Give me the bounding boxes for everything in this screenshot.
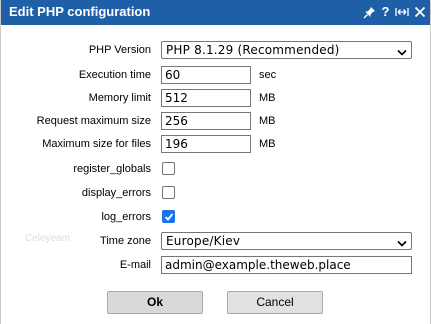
display-errors-label: display_errors xyxy=(81,187,151,199)
php-version-value: PHP 8.1.29 (Recommended) xyxy=(166,43,340,57)
register-globals-checkbox[interactable] xyxy=(162,162,175,175)
ok-button[interactable]: Ok xyxy=(107,291,203,314)
dialog-title: Edit PHP configuration xyxy=(9,4,151,19)
execution-time-label: Execution time xyxy=(78,69,151,81)
display-errors-checkbox[interactable] xyxy=(162,186,175,199)
memory-limit-input[interactable]: 512 xyxy=(161,89,251,107)
chevron-down-icon xyxy=(397,237,407,251)
php-version-select[interactable]: PHP 8.1.29 (Recommended) xyxy=(161,41,412,59)
execution-time-input[interactable]: 60 xyxy=(161,66,251,84)
dialog-titlebar[interactable]: Edit PHP configuration ? xyxy=(1,0,430,25)
display-errors-row: display_errors xyxy=(1,184,430,204)
max-file-size-label: Maximum size for files xyxy=(42,138,151,150)
cancel-button[interactable]: Cancel xyxy=(227,291,323,314)
help-icon[interactable]: ? xyxy=(381,4,390,20)
close-icon[interactable] xyxy=(414,6,426,18)
check-icon xyxy=(164,213,174,221)
email-label: E-mail xyxy=(119,259,151,271)
email-row: E-mail admin@example.theweb.place xyxy=(1,256,430,276)
request-max-size-unit: MB xyxy=(259,115,276,127)
request-max-size-label: Request maximum size xyxy=(36,115,151,127)
max-file-size-unit: MB xyxy=(259,138,276,150)
php-version-label: PHP Version xyxy=(88,44,151,56)
max-file-size-input[interactable]: 196 xyxy=(161,135,251,153)
max-file-size-row: Maximum size for files 196 MB xyxy=(1,135,430,155)
execution-time-unit: sec xyxy=(259,69,277,81)
time-zone-row: Time zone Europe/Kiev xyxy=(1,232,430,252)
titlebar-icons: ? xyxy=(363,3,426,21)
log-errors-label: log_errors xyxy=(101,211,151,223)
execution-time-row: Execution time 60 sec xyxy=(1,66,430,86)
register-globals-row: register_globals xyxy=(1,160,430,180)
memory-limit-unit: MB xyxy=(259,92,276,104)
email-input[interactable]: admin@example.theweb.place xyxy=(161,256,412,274)
request-max-size-row: Request maximum size 256 MB xyxy=(1,112,430,132)
time-zone-value: Europe/Kiev xyxy=(166,234,241,248)
php-version-row: PHP Version PHP 8.1.29 (Recommended) xyxy=(1,41,430,61)
pin-icon[interactable] xyxy=(363,6,376,19)
edit-php-config-dialog: Edit PHP configuration ? Celeyeam PHP Ve… xyxy=(0,0,431,324)
chevron-down-icon xyxy=(397,46,407,60)
register-globals-label: register_globals xyxy=(73,163,151,175)
request-max-size-input[interactable]: 256 xyxy=(161,112,251,130)
time-zone-select[interactable]: Europe/Kiev xyxy=(161,232,412,250)
expand-icon[interactable] xyxy=(395,6,409,18)
memory-limit-row: Memory limit 512 MB xyxy=(1,89,430,109)
memory-limit-label: Memory limit xyxy=(88,92,151,104)
time-zone-label: Time zone xyxy=(100,235,151,247)
log-errors-checkbox[interactable] xyxy=(162,210,175,223)
log-errors-row: log_errors xyxy=(1,208,430,228)
